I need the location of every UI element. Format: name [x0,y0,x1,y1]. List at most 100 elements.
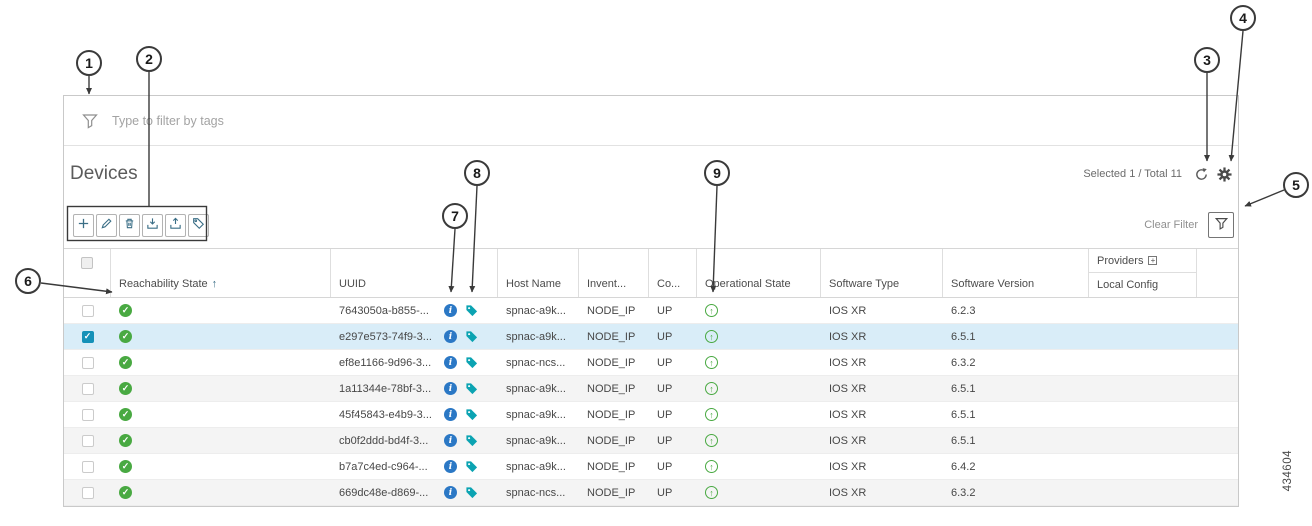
select-all-checkbox[interactable] [81,257,93,269]
info-icon[interactable] [444,486,457,499]
info-icon[interactable] [444,382,457,395]
tag-icon[interactable] [465,330,478,343]
expand-providers-icon[interactable] [1148,256,1158,265]
column-header-software-version[interactable]: Software Version [943,249,1089,297]
software-type-cell: IOS XR [829,304,867,317]
info-icon[interactable] [444,304,457,317]
filter-bar [64,96,1238,146]
uuid-text: ef8e1166-9d96-3... [339,356,432,369]
clear-filter-button[interactable]: Clear Filter [1144,219,1198,231]
row-checkbox[interactable] [81,408,94,421]
checkbox-cell[interactable] [64,480,111,505]
green-up-arrow-circle-icon [705,382,718,395]
checkbox-cell[interactable] [64,298,111,323]
callout-3: 3 [1194,47,1220,73]
row-filler-cell [1197,298,1238,323]
tag-icon[interactable] [465,408,478,421]
manage-tags-button[interactable] [188,213,209,237]
checkbox-cell[interactable] [64,376,111,401]
green-up-arrow-circle-icon [705,330,718,343]
local-config-cell [1089,480,1197,505]
checkbox-cell[interactable] [64,402,111,427]
column-header-config[interactable]: Co... [649,249,697,297]
row-checkbox[interactable] [81,382,94,395]
selection-summary: Selected 1 / Total 11 [1083,168,1182,180]
host-name-cell: spnac-a9k... [506,304,566,317]
table-row[interactable]: 669dc48e-d869-... spnac-ncs... NODE_IP U… [64,480,1238,506]
tag-icon[interactable] [465,486,478,499]
pencil-icon [100,217,113,233]
screenshot-canvas: Devices Selected 1 / Total 11 [0,0,1312,526]
row-filler-cell [1197,350,1238,375]
page-title: Devices [70,163,138,184]
column-header-software-type[interactable]: Software Type [821,249,943,297]
green-check-circle-icon [119,304,132,317]
tag-icon[interactable] [465,356,478,369]
checkbox-cell[interactable] [64,324,111,349]
callout-4: 4 [1230,5,1256,31]
tag-icon[interactable] [465,382,478,395]
row-filler-cell [1197,402,1238,427]
table-row[interactable]: 45f45843-e4b9-3... spnac-a9k... NODE_IP … [64,402,1238,428]
column-header-inventory[interactable]: Invent... [579,249,649,297]
config-state-cell: UP [657,304,673,317]
uuid-text: b7a7c4ed-c964-... [339,460,428,473]
operational-cell [697,298,821,323]
row-checkbox[interactable] [81,356,94,369]
host-name-cell: spnac-a9k... [506,330,566,343]
delete-device-button[interactable] [119,213,140,237]
info-icon[interactable] [444,460,457,473]
info-icon[interactable] [444,356,457,369]
uuid-cell: 1a11344e-78bf-3... [331,376,498,401]
reachability-cell [111,350,331,375]
green-up-arrow-circle-icon [705,486,718,499]
refresh-icon[interactable] [1194,167,1209,182]
table-row[interactable]: ef8e1166-9d96-3... spnac-ncs... NODE_IP … [64,350,1238,376]
column-header-host[interactable]: Host Name [498,249,579,297]
host-name-cell: spnac-a9k... [506,382,566,395]
checkbox-cell[interactable] [64,454,111,479]
checkbox-cell[interactable] [64,350,111,375]
green-check-circle-icon [119,434,132,447]
row-checkbox[interactable] [81,330,94,343]
providers-group-header[interactable]: Providers [1089,249,1196,274]
checkbox-cell[interactable] [64,428,111,453]
info-icon[interactable] [444,408,457,421]
gear-icon[interactable] [1217,166,1232,182]
select-all-checkbox-cell[interactable] [64,249,111,297]
info-icon[interactable] [444,330,457,343]
row-checkbox[interactable] [81,486,94,499]
tag-filter-input[interactable] [112,113,1238,128]
column-header-operational[interactable]: Operational State [697,249,821,297]
row-checkbox[interactable] [81,460,94,473]
table-row[interactable]: b7a7c4ed-c964-... spnac-a9k... NODE_IP U… [64,454,1238,480]
devices-panel: Devices Selected 1 / Total 11 [63,95,1239,507]
info-icon[interactable] [444,434,457,447]
table-row[interactable]: 1a11344e-78bf-3... spnac-a9k... NODE_IP … [64,376,1238,402]
reachability-cell [111,298,331,323]
row-filler-cell [1197,480,1238,505]
tag-icon[interactable] [465,304,478,317]
column-header-uuid[interactable]: UUID [331,249,498,297]
row-checkbox[interactable] [81,434,94,447]
edit-device-button[interactable] [96,213,117,237]
tag-icon[interactable] [465,434,478,447]
callout-6: 6 [15,268,41,294]
row-filler-cell [1197,454,1238,479]
table-row[interactable]: 7643050a-b855-... spnac-a9k... NODE_IP U… [64,298,1238,324]
row-checkbox[interactable] [81,304,94,317]
table-row[interactable]: cb0f2ddd-bd4f-3... spnac-a9k... NODE_IP … [64,428,1238,454]
filter-toggle-button[interactable] [1208,212,1234,238]
reachability-cell [111,376,331,401]
funnel-icon[interactable] [82,113,98,129]
import-devices-button[interactable] [142,213,163,237]
tag-icon[interactable] [465,460,478,473]
column-header-reachability[interactable]: Reachability State [111,249,331,297]
table-header: Reachability State UUID Host Name Invent… [64,248,1238,298]
inventory-cell: NODE_IP [587,330,636,343]
column-header-local-config[interactable]: Local Config [1089,273,1196,297]
operational-cell [697,480,821,505]
export-devices-button[interactable] [165,213,186,237]
table-row[interactable]: e297e573-74f9-3... spnac-a9k... NODE_IP … [64,324,1238,350]
add-device-button[interactable] [73,213,94,237]
